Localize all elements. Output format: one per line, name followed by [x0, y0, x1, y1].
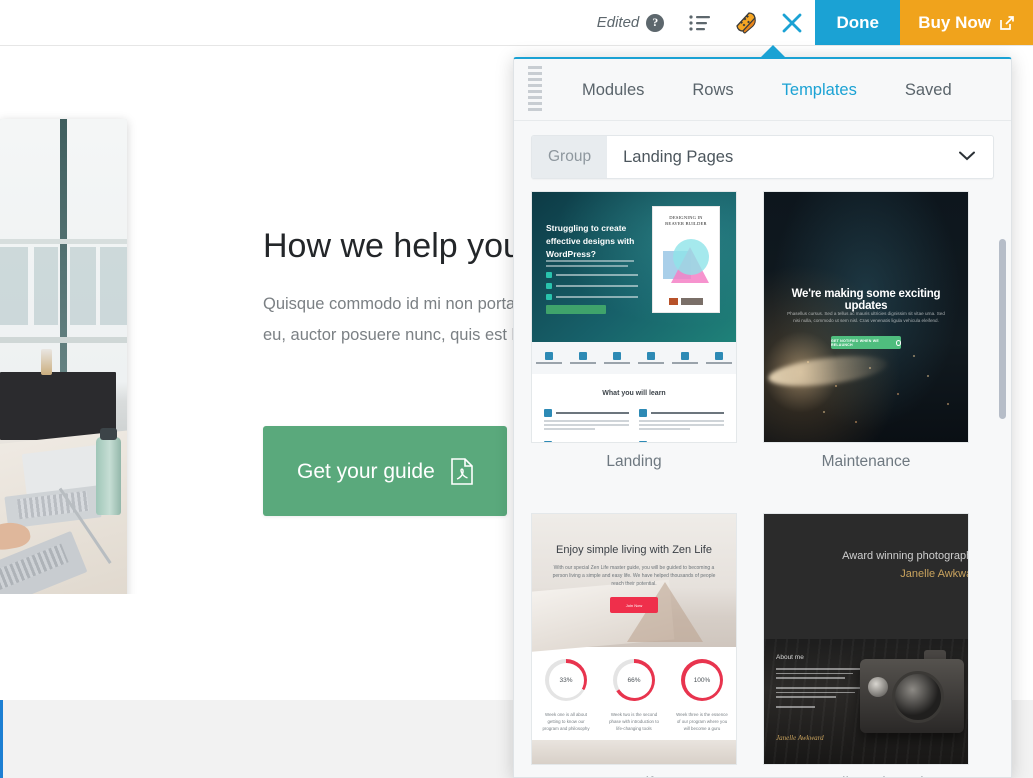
- template-name-maintenance: Maintenance: [821, 453, 911, 470]
- group-label: Group: [532, 136, 608, 178]
- thumb-zen-headline: Enjoy simple living with Zen Life: [556, 544, 712, 556]
- get-your-guide-label: Get your guide: [297, 459, 435, 483]
- hero-image: [0, 119, 127, 624]
- admin-toolbar: Edited ? Done Buy Now: [0, 0, 1033, 46]
- thumb-janelle-headline: Award winning photographer: [842, 550, 969, 562]
- group-value: Landing Pages: [623, 147, 734, 166]
- thumb-landing-section-heading: What you will learn: [602, 390, 666, 397]
- get-your-guide-button[interactable]: Get your guide: [263, 426, 507, 516]
- thumb-zen-percent-1: 33%: [548, 662, 584, 698]
- template-card-landing[interactable]: Struggling to create effective designs w…: [531, 191, 737, 489]
- thumb-zen-circle-3: 100% Week three is the essence of our pr…: [671, 659, 733, 732]
- templates-grid: Struggling to create effective designs w…: [531, 191, 994, 777]
- template-thumbnail-landing: Struggling to create effective designs w…: [531, 191, 737, 443]
- edited-status: Edited ?: [597, 0, 678, 45]
- template-card-janelle-awkward[interactable]: Award winning photographer Janelle Awkw a…: [763, 513, 969, 777]
- template-thumbnail-maintenance: We're making some exciting updates Phase…: [763, 191, 969, 443]
- chevron-down-icon: [959, 148, 975, 166]
- thumb-zen-ring-2: 66%: [613, 659, 655, 701]
- template-card-maintenance[interactable]: We're making some exciting updates Phase…: [763, 191, 969, 489]
- panel-header: Modules Rows Templates Saved: [514, 59, 1011, 121]
- template-thumbnail-zen-life: Enjoy simple living with Zen Life With o…: [531, 513, 737, 765]
- beaver-builder-icon-button[interactable]: [723, 0, 769, 45]
- edited-label: Edited: [596, 14, 640, 31]
- group-select[interactable]: Group Landing Pages: [531, 135, 994, 179]
- buy-now-label: Buy Now: [918, 12, 991, 32]
- panel-pointer-arrow: [760, 45, 786, 58]
- thumb-maintenance-button: GET NOTIFIED WHEN WE RELAUNCH: [831, 336, 901, 349]
- thumb-maintenance-button-label: GET NOTIFIED WHEN WE RELAUNCH: [831, 338, 879, 347]
- thumb-maintenance-paragraph: Phasellus cursus. Sed a tellus ac mauris…: [787, 311, 945, 323]
- template-name-landing: Landing: [606, 453, 662, 470]
- templates-panel: Modules Rows Templates Saved Group Landi…: [513, 57, 1012, 778]
- done-button[interactable]: Done: [815, 0, 901, 45]
- template-card-zen-life[interactable]: Enjoy simple living with Zen Life With o…: [531, 513, 737, 777]
- template-name-zen-life: Zen Life: [531, 765, 737, 777]
- buy-now-button[interactable]: Buy Now: [900, 0, 1033, 45]
- tab-saved[interactable]: Saved: [881, 59, 976, 121]
- thumb-zen-circle-2: 66% Week two is the second phase with in…: [603, 659, 665, 732]
- close-panel-button[interactable]: [769, 0, 815, 45]
- thumb-janelle-subheadline: Janelle Awkward: [900, 568, 968, 580]
- template-thumbnail-janelle-awkward: Award winning photographer Janelle Awkw a…: [763, 513, 969, 765]
- thumb-janelle-signature: Janelle Awkward: [776, 734, 824, 742]
- template-name-janelle-awkward: Janelle Awkward: [763, 765, 969, 777]
- thumb-zen-button-label: Join Now: [625, 602, 643, 608]
- thumb-zen-caption-3: Week three is the essence of our program…: [676, 712, 728, 731]
- panel-drag-handle[interactable]: [528, 65, 542, 114]
- thumb-zen-button: Join Now: [610, 597, 658, 613]
- thumb-zen-circle-1: 33% Week one is all about getting to kno…: [535, 659, 597, 732]
- todo-list-icon-button[interactable]: [677, 0, 723, 45]
- templates-scroll-area[interactable]: Struggling to create effective designs w…: [514, 191, 1011, 777]
- thumb-zen-ring-1: 33%: [545, 659, 587, 701]
- done-label: Done: [836, 12, 880, 32]
- thumb-zen-caption-2: Week two is the second phase with introd…: [609, 712, 659, 731]
- close-x-icon: [782, 13, 802, 32]
- external-link-icon: [1000, 15, 1014, 30]
- panel-tabs: Modules Rows Templates Saved: [558, 59, 976, 121]
- help-circle-icon[interactable]: ?: [646, 13, 665, 32]
- thumb-zen-caption-1: Week one is all about getting to know ou…: [542, 712, 590, 731]
- tab-modules[interactable]: Modules: [558, 59, 668, 121]
- thumb-janelle-about-heading: About me: [776, 654, 804, 661]
- tab-rows[interactable]: Rows: [668, 59, 757, 121]
- thumb-zen-paragraph: With our special Zen Life master guide, …: [552, 565, 716, 587]
- panel-scrollbar[interactable]: [999, 239, 1006, 419]
- beaver-builder-icon: [736, 11, 757, 34]
- thumb-zen-ring-3: 100%: [681, 659, 723, 701]
- thumb-zen-percent-2: 66%: [616, 662, 652, 698]
- thumb-landing-headline: Struggling to create effective designs w…: [546, 223, 635, 259]
- group-filter-bar: Group Landing Pages: [514, 121, 1011, 191]
- thumb-zen-percent-3: 100%: [684, 662, 720, 698]
- thumb-maintenance-headline: We're making some exciting updates: [791, 288, 941, 312]
- thumb-landing-book-title: DESIGNING IN BEAVER BUILDER: [665, 215, 707, 226]
- pdf-file-icon: [450, 457, 473, 485]
- todo-list-icon: [689, 14, 711, 31]
- tab-templates[interactable]: Templates: [758, 59, 881, 121]
